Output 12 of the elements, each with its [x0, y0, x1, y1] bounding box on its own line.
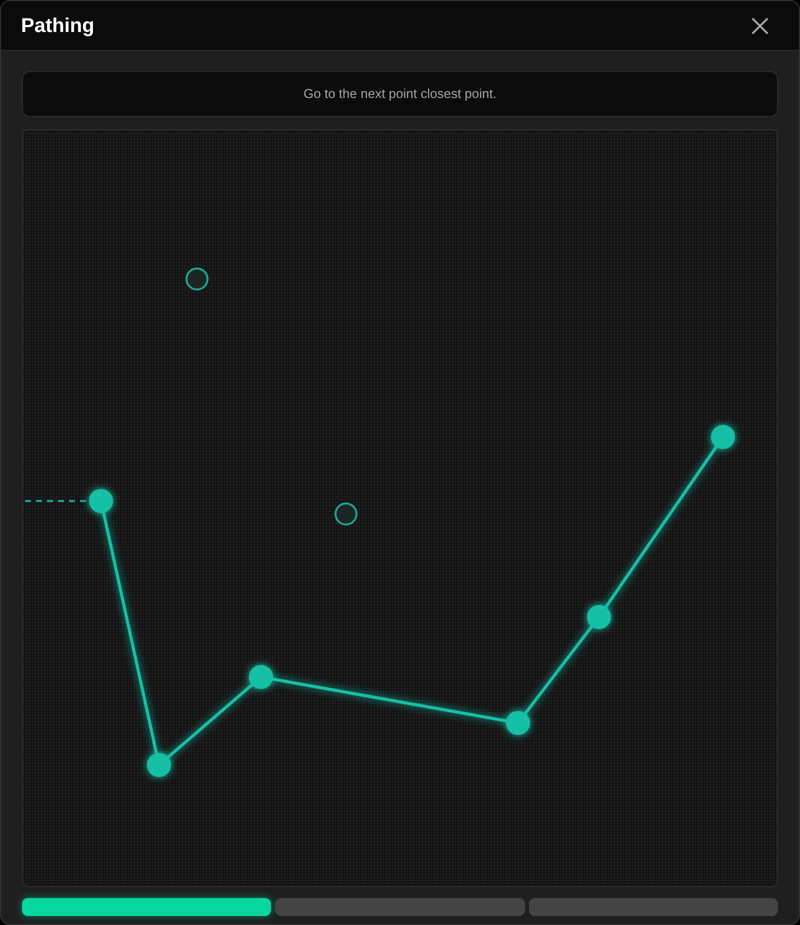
close-icon — [752, 18, 768, 34]
filled-point[interactable] — [249, 665, 273, 689]
filled-point[interactable] — [587, 605, 611, 629]
filled-point[interactable] — [147, 753, 171, 777]
window-title: Pathing — [21, 16, 94, 36]
dashed-guide-line — [25, 500, 89, 502]
filled-point[interactable] — [711, 425, 735, 449]
hollow-point[interactable] — [334, 502, 358, 526]
filled-point[interactable] — [506, 711, 530, 735]
filled-point[interactable] — [89, 489, 113, 513]
instruction-banner: Go to the next point closest point. — [22, 71, 778, 117]
hollow-point[interactable] — [186, 268, 208, 290]
